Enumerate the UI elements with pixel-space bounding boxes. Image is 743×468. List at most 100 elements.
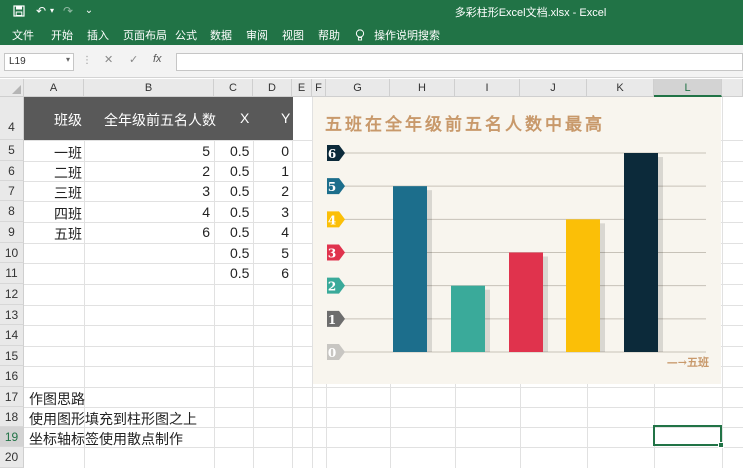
- column-header-a[interactable]: A: [24, 79, 84, 97]
- active-cell-l19[interactable]: [653, 425, 724, 448]
- note-cell[interactable]: 使用图形填充到柱形图之上: [29, 409, 197, 429]
- count-cell[interactable]: 4: [180, 204, 210, 220]
- enter-icon[interactable]: ✓: [129, 53, 138, 66]
- x-cell[interactable]: 0.5: [230, 245, 249, 261]
- grid-line: [292, 97, 293, 468]
- y-cell[interactable]: 2: [270, 183, 289, 199]
- column-header-j[interactable]: J: [520, 79, 587, 97]
- column-header-b[interactable]: B: [84, 79, 214, 97]
- row-header-7[interactable]: 7: [0, 181, 24, 201]
- tab-page-layout[interactable]: 页面布局: [123, 27, 167, 43]
- column-header-c[interactable]: C: [214, 79, 253, 97]
- column-header-e[interactable]: E: [292, 79, 312, 97]
- y-tick-label: 3: [328, 247, 336, 261]
- row-header-12[interactable]: 12: [0, 284, 24, 305]
- tab-view[interactable]: 视图: [282, 27, 304, 43]
- select-all-button[interactable]: [0, 79, 24, 97]
- x-cell[interactable]: 0.5: [230, 204, 249, 220]
- header-y[interactable]: Y: [281, 110, 290, 126]
- grid-line: [722, 97, 723, 468]
- tab-help[interactable]: 帮助: [318, 27, 340, 43]
- name-box[interactable]: L19 ▾: [4, 53, 74, 71]
- header-x[interactable]: X: [240, 110, 249, 126]
- y-cell[interactable]: 5: [270, 245, 289, 261]
- column-header-g[interactable]: G: [326, 79, 390, 97]
- column-header-h[interactable]: H: [390, 79, 455, 97]
- y-cell[interactable]: 4: [270, 224, 289, 240]
- formula-input[interactable]: [176, 53, 743, 71]
- row-header-8[interactable]: 8: [0, 201, 24, 222]
- note-cell[interactable]: 坐标轴标签使用散点制作: [29, 429, 183, 449]
- row-header-20[interactable]: 20: [0, 447, 24, 468]
- insert-function-icon[interactable]: fx: [153, 53, 162, 65]
- ribbon-tabs: 文件 开始 插入 页面布局 公式 数据 审阅 视图 帮助 操作说明搜索: [0, 21, 743, 45]
- count-cell[interactable]: 5: [180, 143, 210, 159]
- class-cell[interactable]: 三班: [54, 183, 82, 203]
- bar: [451, 285, 485, 352]
- fill-handle[interactable]: [718, 442, 724, 448]
- row-header-10[interactable]: 10: [0, 243, 24, 263]
- y-cell[interactable]: 1: [270, 163, 289, 179]
- row-header-16[interactable]: 16: [0, 366, 24, 387]
- y-tick-label: 0: [328, 346, 336, 360]
- column-header-d[interactable]: D: [253, 79, 292, 97]
- x-cell[interactable]: 0.5: [230, 143, 249, 159]
- row-header-17[interactable]: 17: [0, 387, 24, 407]
- row-header-14[interactable]: 14: [0, 325, 24, 346]
- row-header-18[interactable]: 18: [0, 407, 24, 427]
- column-header-f[interactable]: F: [312, 79, 326, 97]
- y-tick-label: 1: [328, 313, 336, 327]
- row-header-13[interactable]: 13: [0, 305, 24, 325]
- column-header-l[interactable]: L: [654, 79, 722, 97]
- row-header-5[interactable]: 5: [0, 140, 24, 161]
- y-cell[interactable]: 6: [270, 265, 289, 281]
- row-header-19[interactable]: 19: [0, 427, 24, 447]
- row-header-4[interactable]: 4: [0, 97, 24, 140]
- header-class[interactable]: 班级: [54, 110, 82, 130]
- class-cell[interactable]: 四班: [54, 204, 82, 224]
- x-cell[interactable]: 0.5: [230, 265, 249, 281]
- tell-me-search[interactable]: 操作说明搜索: [355, 27, 440, 43]
- class-cell[interactable]: 一班: [54, 143, 82, 163]
- x-cell[interactable]: 0.5: [230, 224, 249, 240]
- row-header-15[interactable]: 15: [0, 346, 24, 366]
- column-header-m[interactable]: [722, 79, 743, 97]
- x-cell[interactable]: 0.5: [230, 163, 249, 179]
- select-all-icon: [12, 85, 21, 94]
- column-header-k[interactable]: K: [587, 79, 654, 97]
- bar-chart[interactable]: 五班在全年级前五名人数中最高 0123456 —→五班: [313, 97, 721, 384]
- count-cell[interactable]: 3: [180, 183, 210, 199]
- name-box-value: L19: [9, 56, 26, 67]
- row-header-11[interactable]: 11: [0, 263, 24, 284]
- row-header-9[interactable]: 9: [0, 222, 24, 243]
- tab-insert[interactable]: 插入: [87, 27, 109, 43]
- grid-line: [24, 387, 743, 388]
- lightbulb-icon: [355, 29, 365, 41]
- tab-file[interactable]: 文件: [12, 27, 34, 43]
- note-cell[interactable]: 作图思路: [29, 389, 85, 409]
- grid-line: [214, 97, 215, 468]
- y-cell[interactable]: 0: [270, 143, 289, 159]
- class-cell[interactable]: 五班: [54, 224, 82, 244]
- chart-footnote: —→五班: [666, 356, 709, 369]
- chart-plot: 0 1 2 3 4 5 6: [327, 145, 706, 360]
- tab-data[interactable]: 数据: [210, 27, 232, 43]
- y-tick-label: 4: [328, 213, 336, 227]
- row-header-6[interactable]: 6: [0, 161, 24, 181]
- column-header-i[interactable]: I: [455, 79, 520, 97]
- title-bar: ↶ ▾ ↷ ⌄ 多彩柱形Excel文档.xlsx - Excel: [0, 0, 743, 21]
- x-cell[interactable]: 0.5: [230, 183, 249, 199]
- count-cell[interactable]: 6: [180, 224, 210, 240]
- class-cell[interactable]: 二班: [54, 163, 82, 183]
- tell-me-label: 操作说明搜索: [374, 30, 441, 42]
- grid-line: [253, 97, 254, 468]
- cancel-icon[interactable]: ✕: [104, 53, 113, 66]
- tab-review[interactable]: 审阅: [246, 27, 268, 43]
- formula-bar: L19 ▾ ⋮ ✕ ✓ fx: [0, 45, 743, 78]
- y-cell[interactable]: 3: [270, 204, 289, 220]
- count-cell[interactable]: 2: [180, 163, 210, 179]
- bar: [624, 153, 658, 352]
- tab-home[interactable]: 开始: [51, 27, 73, 43]
- header-top5-count[interactable]: 全年级前五名人数: [104, 110, 216, 130]
- tab-formulas[interactable]: 公式: [175, 27, 197, 43]
